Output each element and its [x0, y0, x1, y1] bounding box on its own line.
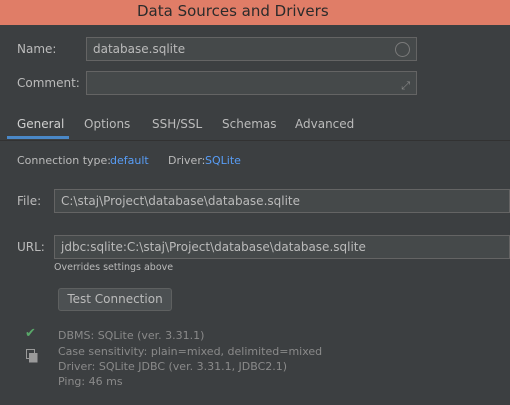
- name-value: database.sqlite: [93, 42, 186, 56]
- info-case-sensitivity: Case sensitivity: plain=mixed, delimited…: [58, 345, 323, 358]
- file-value: C:\staj\Project\database\database.sqlite: [61, 194, 301, 208]
- comment-label: Comment:: [17, 76, 80, 90]
- info-dbms: DBMS: SQLite (ver. 3.31.1): [58, 329, 205, 342]
- tab-advanced[interactable]: Advanced: [295, 117, 354, 131]
- tab-ssh-ssl[interactable]: SSH/SSL: [152, 117, 202, 131]
- driver-link[interactable]: SQLite: [205, 154, 241, 167]
- active-tab-indicator: [7, 136, 69, 139]
- check-icon: ✔: [25, 326, 36, 341]
- copy-icon[interactable]: [26, 349, 38, 363]
- expand-icon[interactable]: ⤢: [401, 75, 410, 94]
- url-field[interactable]: jdbc:sqlite:C:\staj\Project\database\dat…: [54, 235, 510, 259]
- connection-type-label: Connection type:: [17, 154, 112, 167]
- window-title: Data Sources and Drivers: [137, 2, 329, 20]
- circle-icon: [395, 42, 410, 57]
- url-label: URL:: [17, 240, 45, 254]
- connection-type-link[interactable]: default: [110, 154, 149, 167]
- title-bar: Data Sources and Drivers: [0, 0, 510, 25]
- name-field[interactable]: database.sqlite: [86, 37, 417, 61]
- tab-schemas[interactable]: Schemas: [222, 117, 277, 131]
- tab-general[interactable]: General: [17, 117, 64, 131]
- info-ping: Ping: 46 ms: [58, 375, 123, 388]
- tab-bar: General Options SSH/SSL Schemas Advanced: [0, 110, 510, 141]
- url-value: jdbc:sqlite:C:\staj\Project\database\dat…: [61, 240, 366, 254]
- info-driver: Driver: SQLite JDBC (ver. 3.31.1, JDBC2.…: [58, 360, 288, 373]
- file-label: File:: [17, 194, 42, 208]
- url-hint: Overrides settings above: [54, 262, 174, 273]
- file-field[interactable]: C:\staj\Project\database\database.sqlite: [54, 189, 510, 213]
- tab-options[interactable]: Options: [84, 117, 130, 131]
- driver-label: Driver:: [168, 154, 206, 167]
- comment-field[interactable]: ⤢: [86, 71, 417, 95]
- test-connection-button[interactable]: Test Connection: [58, 288, 172, 311]
- name-label: Name:: [17, 42, 57, 56]
